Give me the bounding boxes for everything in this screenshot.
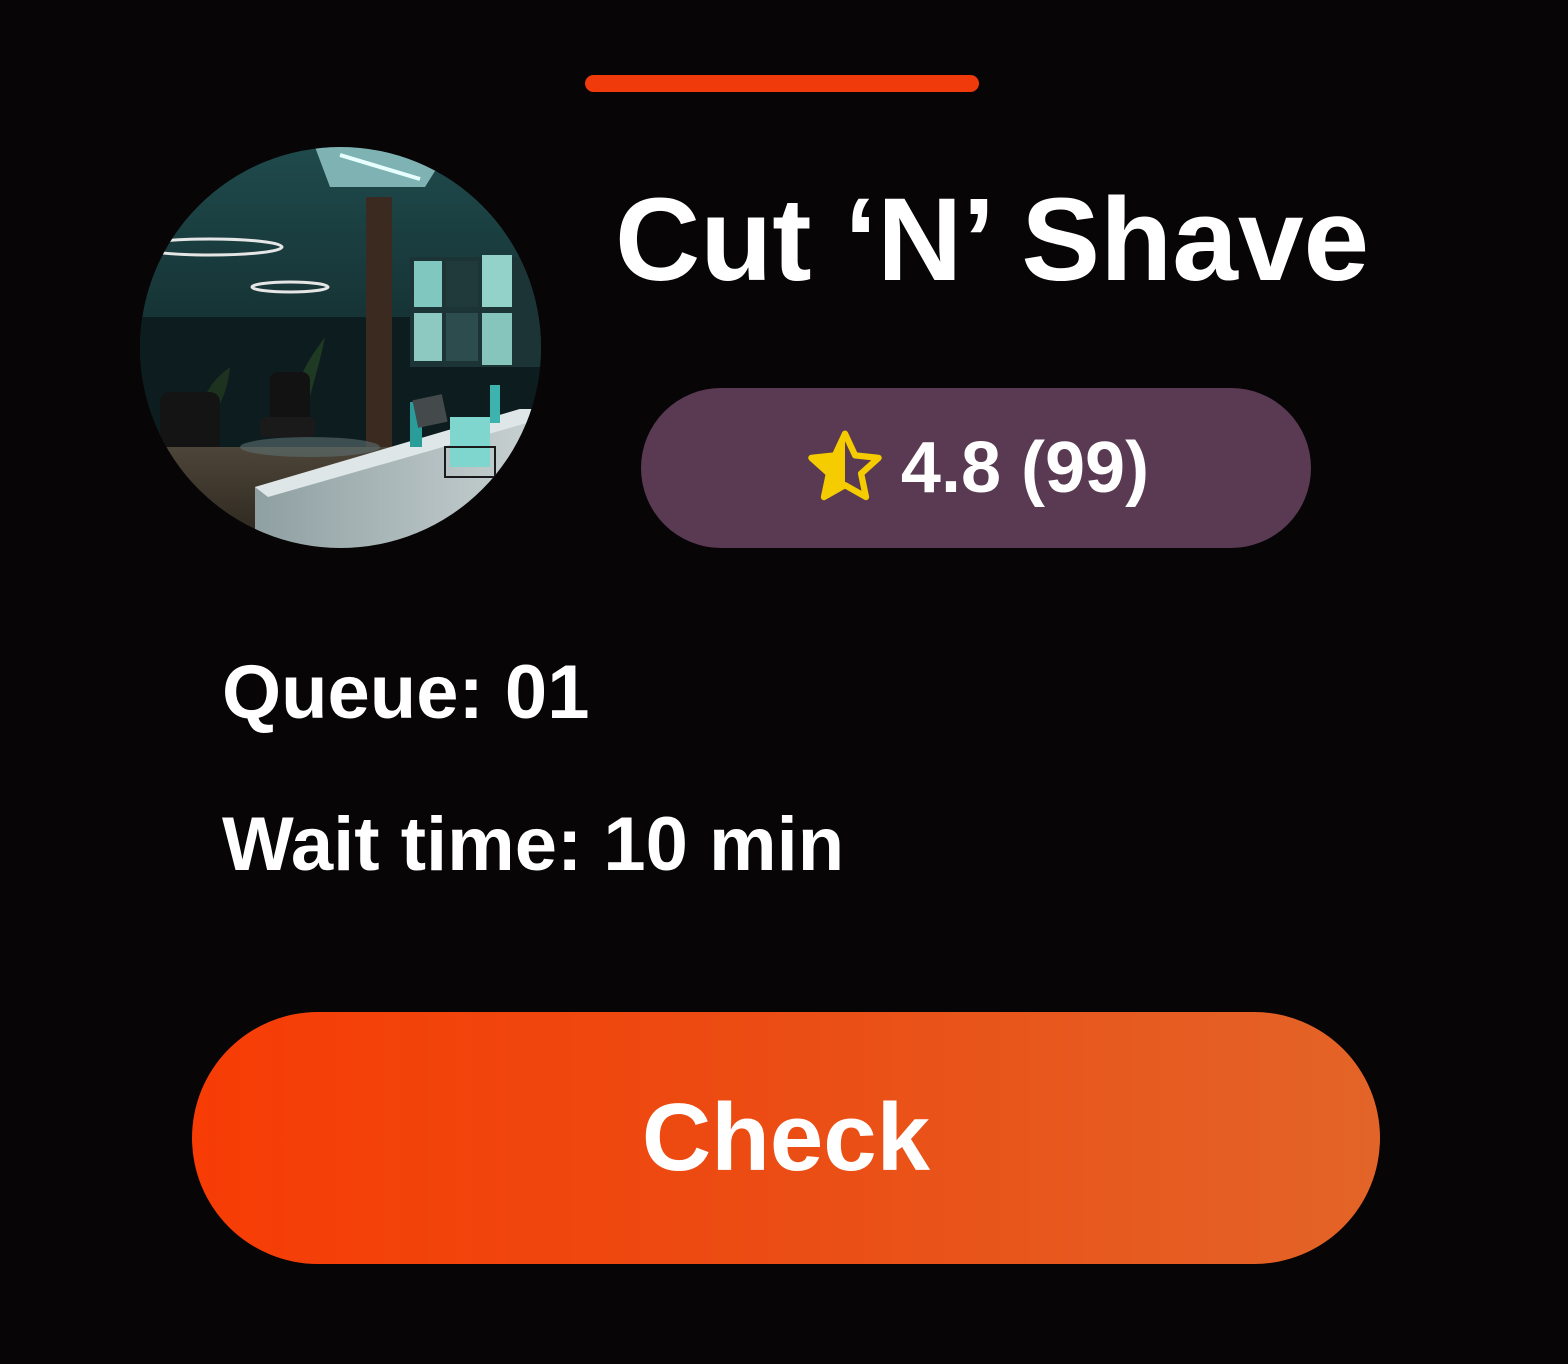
rating-text: 4.8 (99) bbox=[900, 428, 1150, 508]
rating-badge[interactable]: 4.8 (99) bbox=[641, 388, 1311, 548]
bottom-sheet: Cut ‘N’ Shave 4.8 (99) Queue: 01 Wait ti… bbox=[0, 0, 1568, 1364]
star-half-icon bbox=[808, 430, 882, 501]
shop-avatar bbox=[140, 147, 541, 548]
wait-time: Wait time: 10 min bbox=[222, 802, 845, 887]
check-button[interactable]: Check bbox=[192, 1012, 1380, 1264]
queue-count: Queue: 01 bbox=[222, 650, 590, 735]
drag-handle[interactable] bbox=[585, 75, 979, 92]
shop-name: Cut ‘N’ Shave bbox=[615, 174, 1370, 306]
